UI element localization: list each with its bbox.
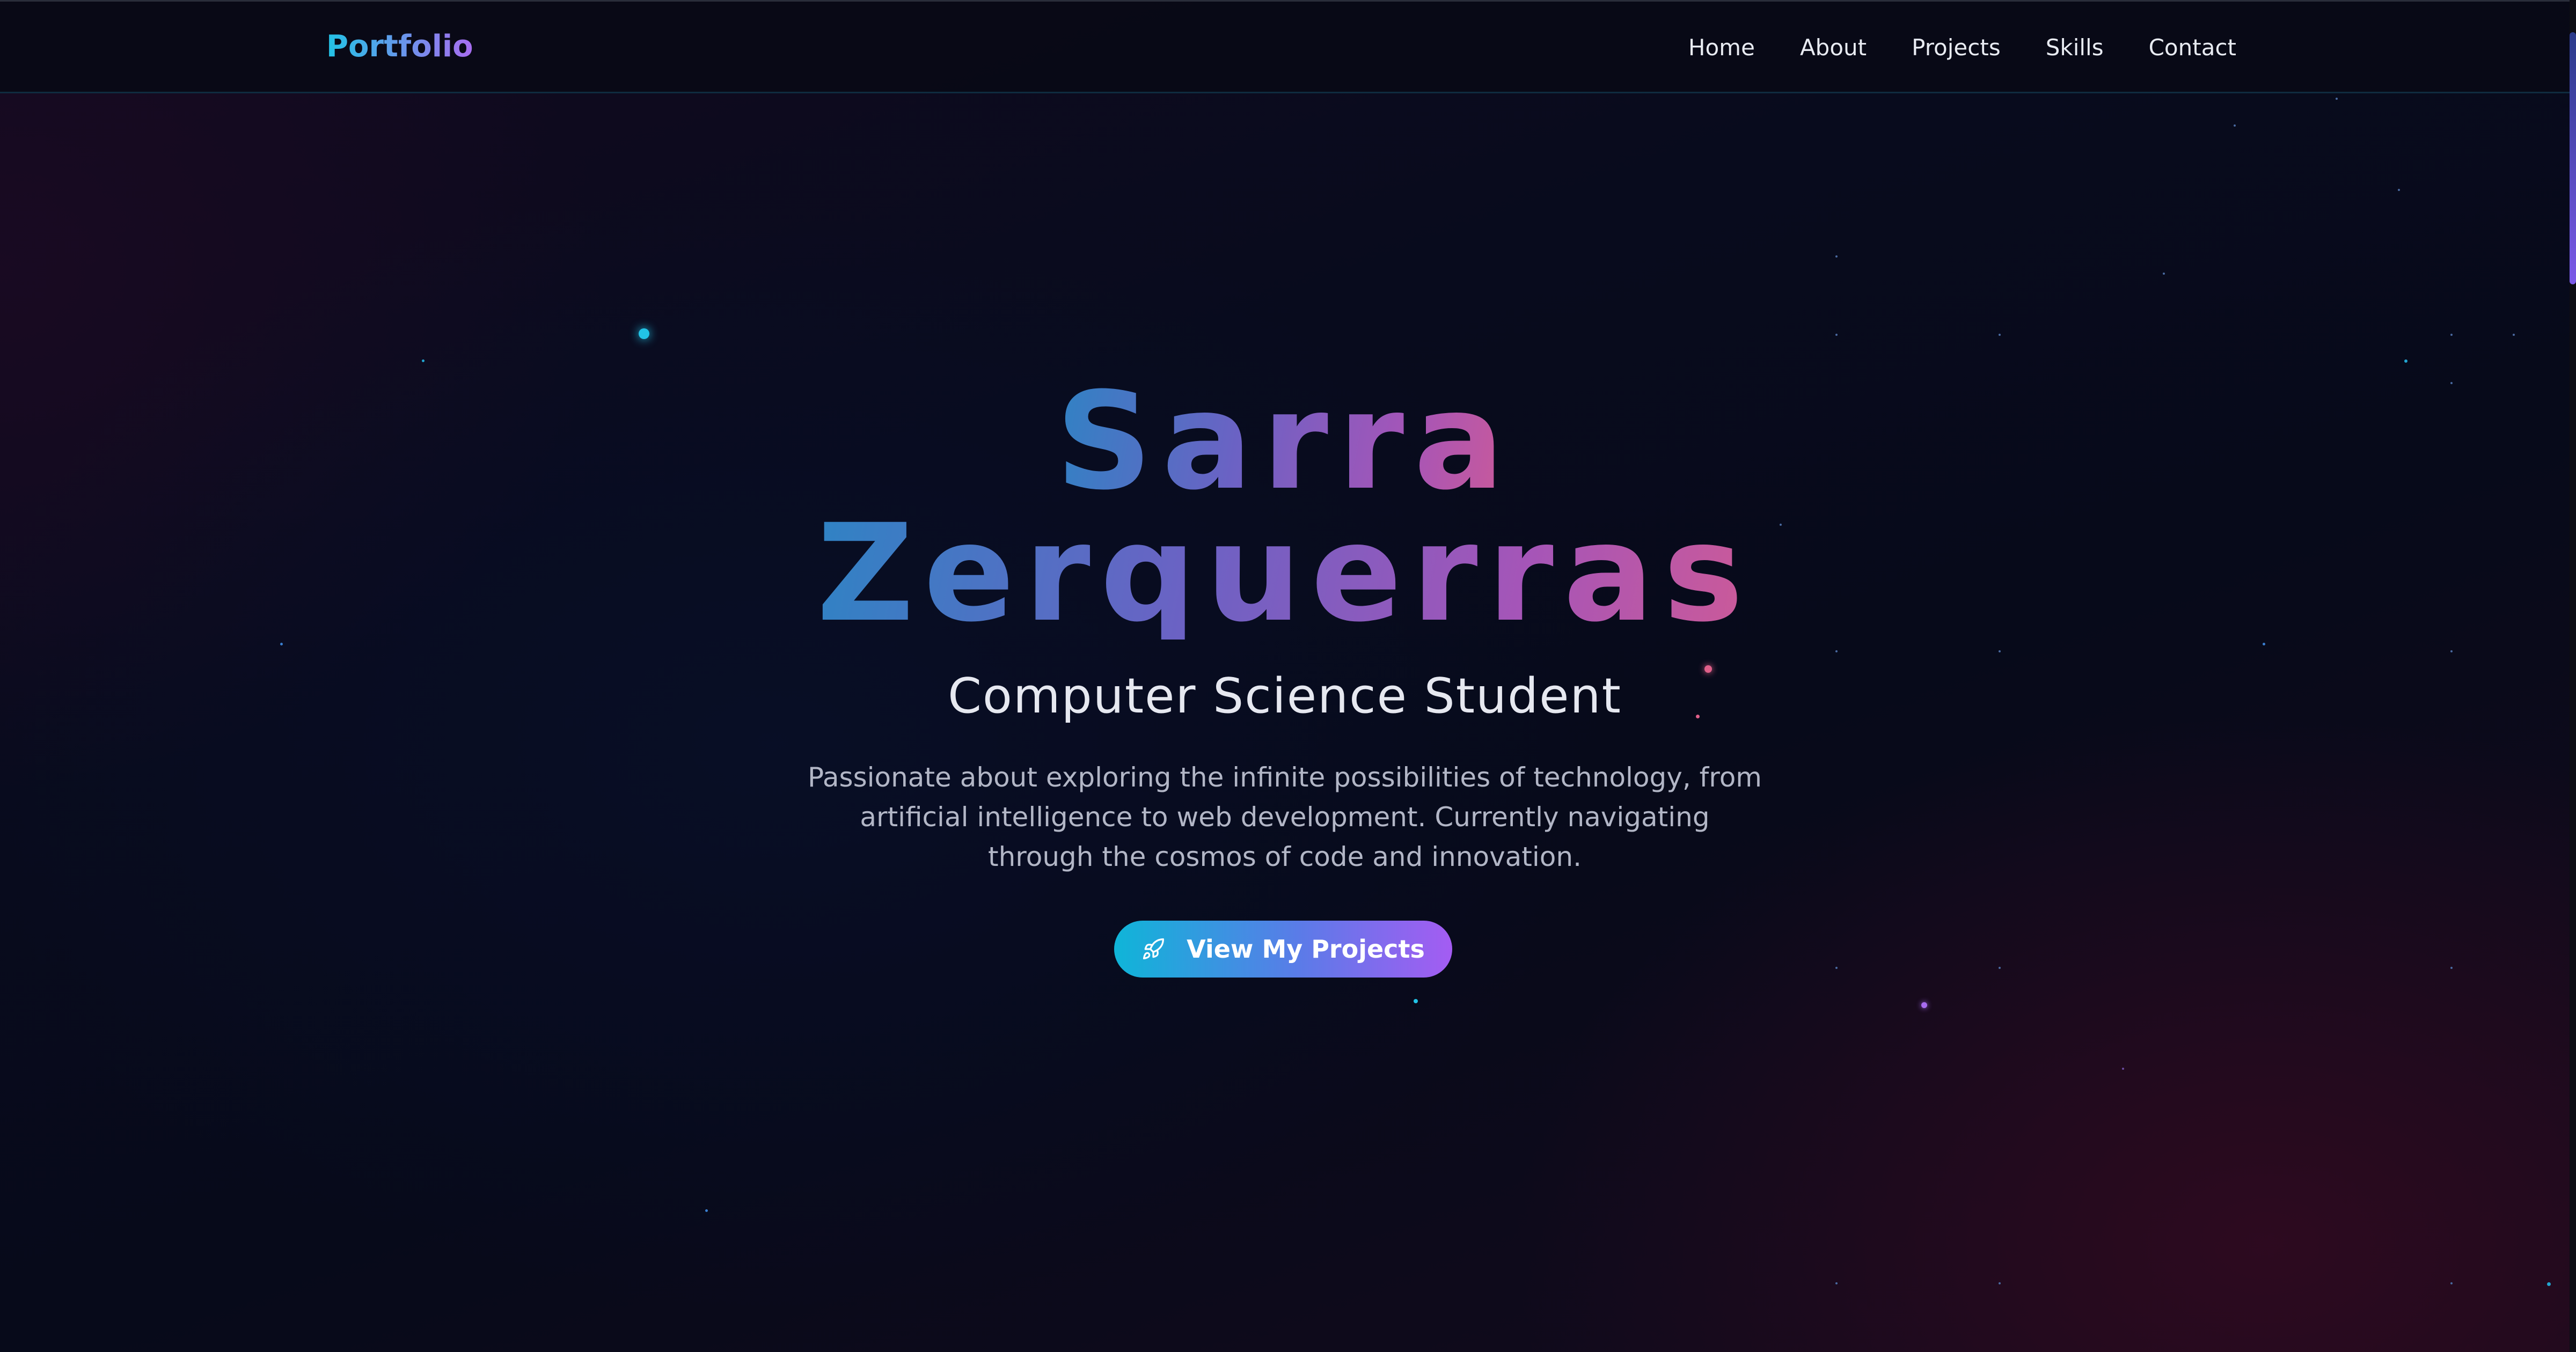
star [2513, 334, 2515, 336]
star [1999, 334, 2001, 336]
star [2450, 967, 2453, 969]
nav-link-about[interactable]: About [1800, 33, 1867, 63]
star [280, 643, 283, 645]
view-projects-label: View My Projects [1187, 935, 1425, 964]
star [2122, 1068, 2124, 1070]
page-scrollbar[interactable] [2570, 0, 2576, 1352]
nav-link-skills[interactable]: Skills [2046, 33, 2104, 63]
star [2547, 1282, 2551, 1286]
view-projects-button[interactable]: View My Projects [1114, 921, 1452, 978]
star [1999, 967, 2001, 969]
star [2450, 650, 2453, 652]
portfolio-page: Portfolio Home About Projects Skills Con… [0, 0, 2576, 1352]
scrollbar-thumb[interactable] [2570, 32, 2576, 284]
star [639, 328, 649, 339]
star [2263, 643, 2265, 645]
star [422, 359, 425, 362]
star [2163, 273, 2165, 275]
hero-description: Passionate about exploring the infinite … [807, 762, 1762, 872]
nav-links: Home About Projects Skills Contact [1688, 33, 2236, 63]
star [2450, 1282, 2453, 1284]
nav-link-projects[interactable]: Projects [1912, 33, 2001, 63]
nav-link-home[interactable]: Home [1688, 33, 1755, 63]
rocket-icon [1143, 938, 1165, 960]
navbar: Portfolio Home About Projects Skills Con… [0, 0, 2570, 93]
star [1835, 650, 1838, 652]
nav-link-contact[interactable]: Contact [2149, 33, 2236, 63]
star [2336, 98, 2338, 100]
hero-name-first: Sarra [1055, 363, 1514, 519]
star [1835, 255, 1838, 258]
star [1921, 1002, 1927, 1008]
hero-name-last: Zerquerras [816, 495, 1753, 651]
star [705, 1209, 708, 1212]
star [2404, 359, 2407, 363]
star [1414, 999, 1418, 1003]
star [2234, 124, 2236, 127]
site-logo[interactable]: Portfolio [326, 27, 473, 66]
star [1999, 1282, 2001, 1284]
star [1835, 1282, 1838, 1284]
hero-name: Sarra Zerquerras [0, 363, 2570, 651]
star [1835, 334, 1838, 336]
star [1999, 650, 2001, 652]
star [2450, 334, 2453, 336]
star [1835, 967, 1838, 969]
hero-subtitle: Computer Science Student [948, 668, 1622, 724]
star [2398, 189, 2400, 191]
